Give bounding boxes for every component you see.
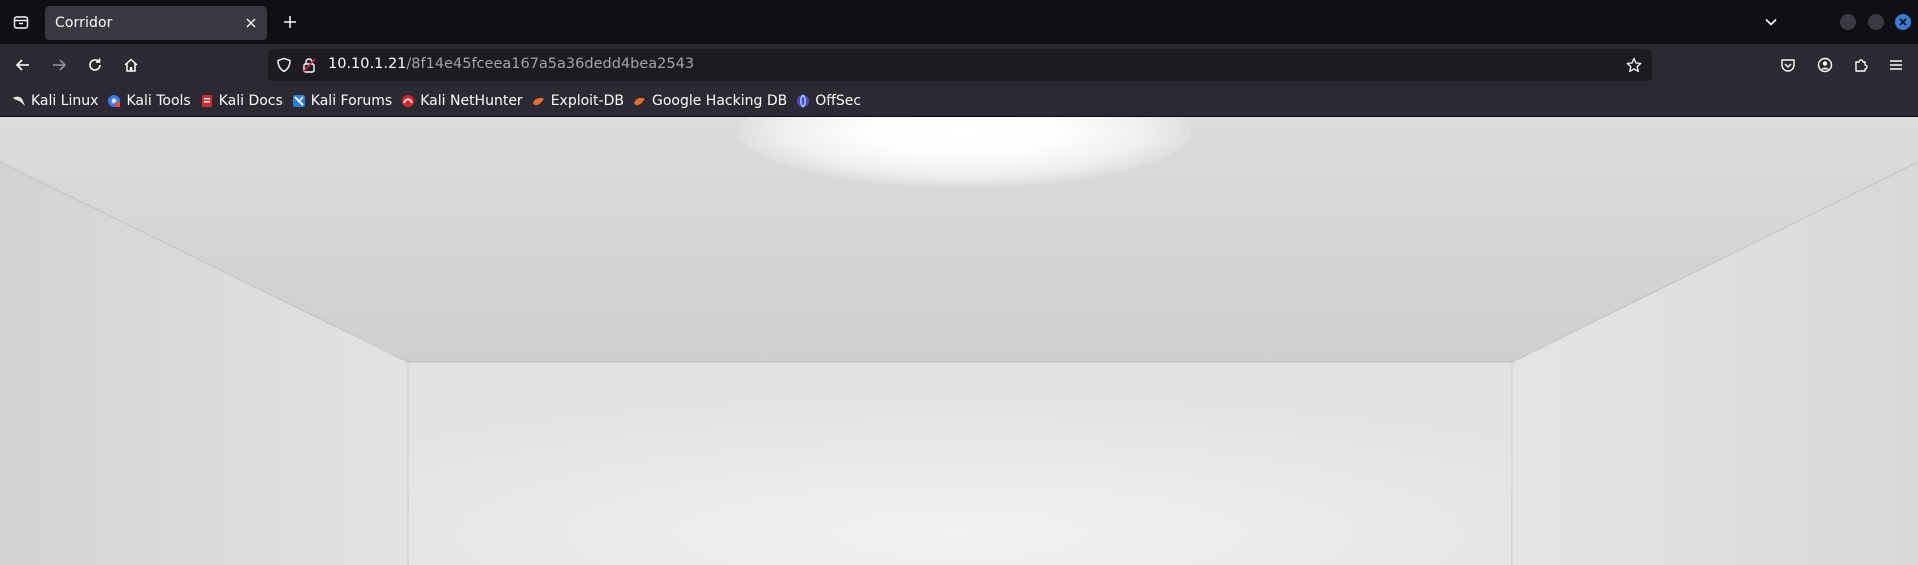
- bookmark-label: Google Hacking DB: [651, 92, 788, 109]
- kali-docs-icon: [201, 94, 212, 107]
- bookmark-page-button[interactable]: [1624, 55, 1644, 75]
- chevron-down-icon: [1765, 18, 1777, 26]
- menu-button[interactable]: [1882, 51, 1910, 79]
- account-icon: [1817, 57, 1833, 73]
- pocket-button[interactable]: [1774, 51, 1802, 79]
- bookmark-label: Exploit-DB: [550, 92, 624, 109]
- site-security-button[interactable]: [300, 56, 318, 74]
- minimize-button[interactable]: [1840, 14, 1856, 30]
- tab-close-button[interactable]: [243, 15, 259, 31]
- offsec-icon: [797, 94, 810, 107]
- url-path: /8f14e45fceea167a5a36dedd4bea2543: [406, 56, 695, 72]
- pocket-icon: [1781, 59, 1795, 72]
- back-button[interactable]: [9, 51, 37, 79]
- close-icon: [1899, 18, 1907, 26]
- list-all-tabs-button[interactable]: [1760, 11, 1782, 33]
- kali-tools-icon: [108, 94, 121, 107]
- insecure-lock-icon: [302, 58, 316, 73]
- bookmark-kali-linux[interactable]: Kali Linux: [10, 88, 103, 114]
- bookmark-kali-tools[interactable]: Kali Tools: [105, 88, 195, 114]
- bookmark-label: Kali Forums: [310, 92, 393, 109]
- browser-window: Corridor 10.10.1.21/8f14e45fceea167a5a36…: [0, 0, 1918, 565]
- bookmark-label: Kali Docs: [218, 92, 283, 109]
- tab-list-button[interactable]: [8, 9, 34, 35]
- tracking-protection-button[interactable]: [275, 56, 293, 74]
- exploit-db-icon: [532, 97, 544, 105]
- bookmark-exploit-db[interactable]: Exploit-DB: [530, 88, 629, 114]
- hamburger-menu-icon: [1890, 60, 1902, 70]
- reload-icon: [89, 58, 101, 71]
- navigation-toolbar: 10.10.1.21/8f14e45fceea167a5a36dedd4bea2…: [0, 44, 1918, 85]
- maximize-button[interactable]: [1868, 14, 1884, 30]
- kali-dragon-icon: [13, 96, 25, 106]
- url-text[interactable]: 10.10.1.21/8f14e45fceea167a5a36dedd4bea2…: [328, 56, 694, 72]
- bookmark-kali-nethunter[interactable]: Kali NetHunter: [399, 88, 527, 114]
- page-content: [0, 117, 1918, 565]
- close-window-button[interactable]: [1895, 14, 1911, 30]
- bookmark-label: OffSec: [815, 92, 862, 109]
- extensions-button[interactable]: [1847, 51, 1875, 79]
- shield-icon: [277, 57, 291, 73]
- bookmarks-toolbar: Kali Linux Kali Tools Kali Docs Kali For…: [0, 85, 1918, 117]
- tab-strip: Corridor: [0, 0, 1918, 44]
- star-icon: [1626, 57, 1642, 73]
- puzzle-icon: [1855, 59, 1868, 72]
- bookmark-google-hacking-db[interactable]: Google Hacking DB: [631, 88, 792, 114]
- forward-arrow-icon: [53, 59, 67, 71]
- address-bar[interactable]: 10.10.1.21/8f14e45fceea167a5a36dedd4bea2…: [268, 49, 1652, 81]
- account-button[interactable]: [1811, 51, 1839, 79]
- kali-forums-icon: [292, 94, 305, 107]
- home-icon: [124, 58, 138, 72]
- back-arrow-icon: [15, 59, 29, 71]
- close-icon: [246, 18, 256, 28]
- tab-list-icon: [13, 16, 29, 29]
- reload-button[interactable]: [81, 51, 109, 79]
- home-button[interactable]: [117, 51, 145, 79]
- forward-button[interactable]: [45, 51, 73, 79]
- bookmark-label: Kali NetHunter: [420, 92, 523, 109]
- bookmark-kali-forums[interactable]: Kali Forums: [290, 88, 397, 114]
- bookmark-offsec[interactable]: OffSec: [794, 88, 866, 114]
- tab-title: Corridor: [55, 15, 113, 31]
- tab-corridor[interactable]: Corridor: [45, 6, 267, 40]
- ghdb-icon: [633, 97, 645, 105]
- back-wall: [408, 362, 1512, 565]
- bookmark-label: Kali Tools: [126, 92, 191, 109]
- new-tab-button[interactable]: [279, 11, 301, 33]
- plus-icon: [284, 16, 296, 28]
- url-host: 10.10.1.21: [328, 56, 407, 72]
- nethunter-icon: [402, 94, 415, 107]
- bookmark-kali-docs[interactable]: Kali Docs: [198, 88, 288, 114]
- bookmark-label: Kali Linux: [31, 92, 99, 109]
